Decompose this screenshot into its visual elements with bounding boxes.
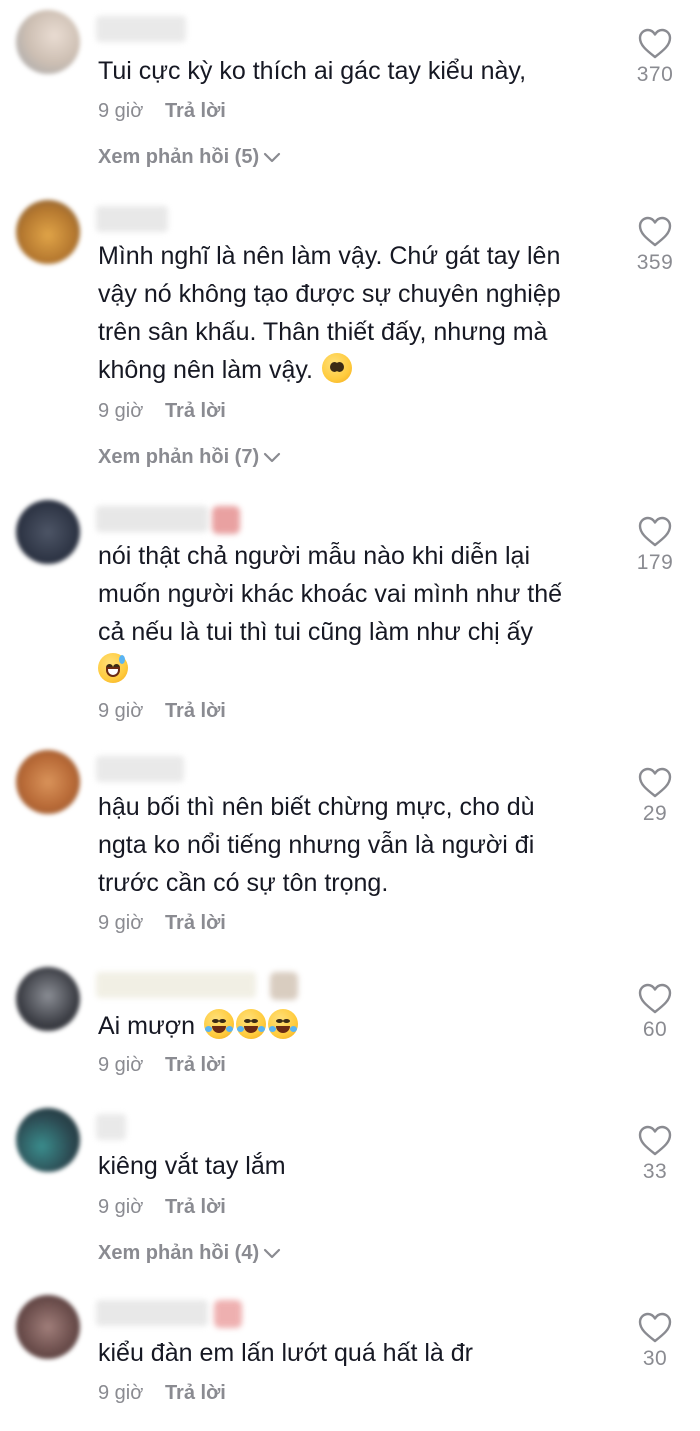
chevron-down-icon (264, 152, 281, 163)
reply-button[interactable]: Trả lời (165, 699, 226, 723)
timestamp: 9 giờ (98, 912, 144, 934)
reply-button[interactable]: Trả lời (165, 911, 226, 935)
view-replies-label: Xem phản hồi (4) (98, 1242, 260, 1264)
like-count: 30 (642, 1347, 668, 1370)
comment-line: kiểu đàn em lấn lướt quá hất là đr (98, 1339, 474, 1367)
heart-outline-icon (638, 28, 672, 59)
comment-line: trên sân khấu. Thân thiết đấy, nhưng mà (98, 318, 548, 346)
username-blurred[interactable] (96, 1114, 126, 1140)
like-button[interactable]: 30 (630, 1312, 680, 1371)
tears-of-joy-emoji (236, 1009, 266, 1039)
comment-text: hậu bối thì nên biết chừng mực, cho dù n… (98, 788, 618, 902)
username-blurred[interactable] (96, 506, 208, 532)
comment-line-text: không nên làm vậy. (98, 356, 313, 384)
like-button[interactable]: 60 (630, 983, 680, 1042)
like-count: 359 (636, 251, 674, 274)
reply-button[interactable]: Trả lời (165, 1053, 226, 1077)
avatar[interactable] (16, 200, 80, 264)
comment-line: nói thật chả người mẫu nào khi diễn lại (98, 542, 531, 570)
tears-of-joy-emoji (268, 1009, 298, 1039)
heart-outline-icon (638, 1312, 672, 1343)
comment-line: hậu bối thì nên biết chừng mực, cho dù (98, 793, 535, 821)
comment-line: Mình nghĩ là nên làm vậy. Chứ gát tay lê… (98, 242, 561, 270)
timestamp: 9 giờ (98, 1196, 144, 1218)
like-button[interactable]: 179 (630, 516, 680, 575)
reply-button[interactable]: Trả lời (165, 1381, 226, 1405)
chevron-down-icon (264, 1248, 281, 1259)
view-replies-button[interactable]: Xem phản hồi (5) (98, 145, 281, 169)
like-button[interactable]: 370 (630, 28, 680, 87)
like-button[interactable]: 33 (630, 1125, 680, 1184)
comment-line: không nên làm vậy. (98, 351, 618, 389)
reply-button[interactable]: Trả lời (165, 399, 226, 423)
reply-button[interactable]: Trả lời (165, 1195, 226, 1219)
heart-outline-icon (638, 1125, 672, 1156)
like-button[interactable]: 29 (630, 767, 680, 826)
username-blurred[interactable] (96, 972, 256, 998)
avatar[interactable] (16, 1295, 80, 1359)
view-replies-label: Xem phản hồi (7) (98, 446, 260, 468)
tears-of-joy-emoji (204, 1009, 234, 1039)
like-count: 370 (636, 63, 674, 86)
comment-line-text: Ai mượn (98, 1012, 196, 1040)
comment-meta: 9 giờ Trả lời (98, 911, 226, 935)
heart-outline-icon (638, 983, 672, 1014)
timestamp: 9 giờ (98, 1054, 144, 1076)
username-blurred[interactable] (96, 756, 184, 782)
comment-meta: 9 giờ Trả lời (98, 1195, 226, 1219)
comment-text: Mình nghĩ là nên làm vậy. Chứ gát tay lê… (98, 237, 618, 389)
timestamp: 9 giờ (98, 700, 144, 722)
comment-line: muốn người khác khoác vai mình như thế (98, 580, 563, 608)
comment-line: trước cần có sự tôn trọng. (98, 869, 389, 897)
heart-outline-icon (638, 216, 672, 247)
comment-meta: 9 giờ Trả lời (98, 699, 226, 723)
comment-line: Ai mượn (98, 1007, 618, 1045)
heart-outline-icon (638, 767, 672, 798)
avatar[interactable] (16, 1108, 80, 1172)
like-count: 29 (642, 802, 668, 825)
avatar[interactable] (16, 967, 80, 1031)
like-count: 179 (636, 551, 674, 574)
comment-line: vậy nó không tạo được sự chuyên nghiệp (98, 280, 561, 308)
comment-line (98, 651, 618, 689)
heart-outline-icon (638, 516, 672, 547)
comment-text: Tui cực kỳ ko thích ai gác tay kiểu này, (98, 52, 618, 90)
avatar[interactable] (16, 10, 80, 74)
timestamp: 9 giờ (98, 400, 144, 422)
comment-meta: 9 giờ Trả lời (98, 1381, 226, 1405)
username-emoji-blurred (214, 1300, 242, 1328)
comment-meta: 9 giờ Trả lời (98, 1053, 226, 1077)
like-button[interactable]: 359 (630, 216, 680, 275)
comment-line: ngta ko nổi tiếng nhưng vẫn là người đi (98, 831, 535, 859)
comment-meta: 9 giờ Trả lời (98, 399, 226, 423)
avatar[interactable] (16, 500, 80, 564)
comment-line: kiêng vắt tay lắm (98, 1152, 286, 1180)
username-emoji-blurred (212, 506, 240, 534)
like-count: 60 (642, 1018, 668, 1041)
timestamp: 9 giờ (98, 100, 144, 122)
avatar[interactable] (16, 750, 80, 814)
username-blurred[interactable] (96, 206, 168, 232)
comment-meta: 9 giờ Trả lời (98, 99, 226, 123)
view-replies-button[interactable]: Xem phản hồi (4) (98, 1241, 281, 1265)
view-replies-label: Xem phản hồi (5) (98, 146, 260, 168)
comment-text: Ai mượn (98, 1007, 618, 1045)
comment-text: kiêng vắt tay lắm (98, 1147, 618, 1185)
username-blurred[interactable] (96, 1300, 208, 1326)
comment-text: nói thật chả người mẫu nào khi diễn lại … (98, 537, 618, 689)
grinning-sweat-emoji (98, 653, 128, 683)
comment-text: kiểu đàn em lấn lướt quá hất là đr (98, 1334, 618, 1372)
view-replies-button[interactable]: Xem phản hồi (7) (98, 445, 281, 469)
chevron-down-icon (264, 452, 281, 463)
comment-line: Tui cực kỳ ko thích ai gác tay kiểu này, (98, 57, 527, 85)
comment-line: cả nếu là tui thì tui cũng làm như chị ấ… (98, 618, 534, 646)
reply-button[interactable]: Trả lời (165, 99, 226, 123)
username-blurred[interactable] (96, 16, 186, 42)
timestamp: 9 giờ (98, 1382, 144, 1404)
username-emoji-blurred (270, 972, 298, 1000)
like-count: 33 (642, 1160, 668, 1183)
pleading-face-emoji (321, 353, 352, 383)
